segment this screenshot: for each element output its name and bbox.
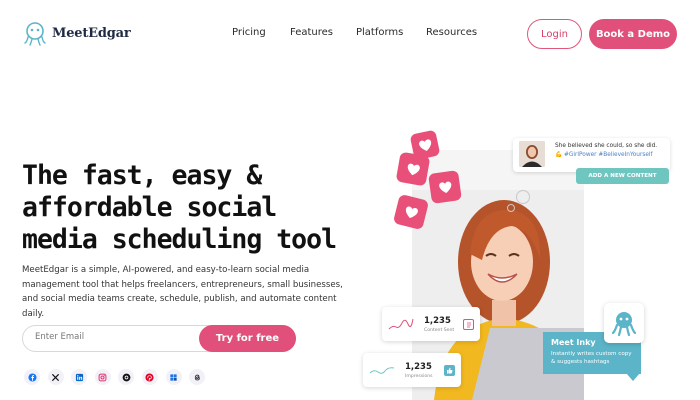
top-nav: MeetEdgar Pricing Features Platforms Res… bbox=[0, 0, 700, 68]
stat-label: Content Sent bbox=[424, 328, 455, 333]
decorative-circle bbox=[516, 190, 530, 204]
post-hashtags: 💪 #GirlPower #BelieveInYourself bbox=[555, 152, 653, 158]
nav-features[interactable]: Features bbox=[290, 27, 356, 38]
pinterest-icon[interactable] bbox=[141, 369, 158, 385]
nav-resources[interactable]: Resources bbox=[426, 27, 477, 38]
inky-avatar bbox=[604, 303, 644, 343]
threads-alt-icon[interactable] bbox=[189, 369, 206, 385]
brand-name: MeetEdgar bbox=[52, 25, 131, 41]
heart-reaction-icon bbox=[395, 151, 431, 187]
login-button[interactable]: Login bbox=[527, 19, 582, 49]
threads-icon[interactable] bbox=[118, 369, 135, 385]
decorative-circle bbox=[507, 204, 515, 212]
facebook-icon[interactable] bbox=[24, 369, 40, 385]
sparkline-chart bbox=[388, 318, 414, 330]
nav-pricing[interactable]: Pricing bbox=[232, 27, 290, 38]
try-for-free-button[interactable]: Try for free bbox=[199, 325, 296, 352]
post-caption: She believed she could, so she did. bbox=[555, 143, 658, 149]
hero-subtext: MeetEdgar is a simple, AI-powered, and e… bbox=[22, 265, 343, 319]
add-new-content-button[interactable]: ADD A NEW CONTENT bbox=[576, 168, 669, 184]
callout-tail bbox=[626, 373, 640, 381]
social-post-card: She believed she could, so she did. 💪 #G… bbox=[513, 138, 670, 172]
nav-platforms[interactable]: Platforms bbox=[356, 27, 426, 38]
stat-card-impressions: 1,235 Impressions bbox=[363, 353, 461, 387]
octopus-icon bbox=[611, 312, 637, 337]
inky-description: Instantly writes custom copy & suggests … bbox=[551, 351, 632, 365]
book-demo-button[interactable]: Book a Demo bbox=[589, 19, 677, 49]
stat-label: Impressions bbox=[405, 374, 433, 379]
stat-value: 1,235 bbox=[424, 316, 451, 326]
stat-value: 1,235 bbox=[405, 362, 432, 372]
sparkline-chart bbox=[369, 367, 395, 374]
email-input[interactable] bbox=[35, 332, 195, 342]
nav-links: Pricing Features Platforms Resources bbox=[232, 27, 477, 38]
google-business-icon[interactable] bbox=[165, 369, 182, 385]
inky-title: Meet Inky bbox=[551, 338, 596, 347]
hero-headline: The fast, easy & affordable social media… bbox=[22, 160, 337, 255]
stat-card-content-sent: 1,235 Content Sent bbox=[382, 307, 480, 341]
linkedin-icon[interactable] bbox=[71, 369, 88, 385]
heart-reaction-icon bbox=[428, 170, 462, 204]
x-icon[interactable] bbox=[47, 369, 64, 385]
logo[interactable]: MeetEdgar bbox=[22, 20, 131, 46]
document-icon bbox=[463, 319, 474, 330]
post-thumbnail bbox=[519, 141, 545, 167]
thumbs-up-icon bbox=[444, 365, 455, 376]
instagram-icon[interactable] bbox=[94, 369, 111, 385]
social-links bbox=[24, 369, 213, 385]
octopus-logo-icon bbox=[24, 22, 46, 46]
